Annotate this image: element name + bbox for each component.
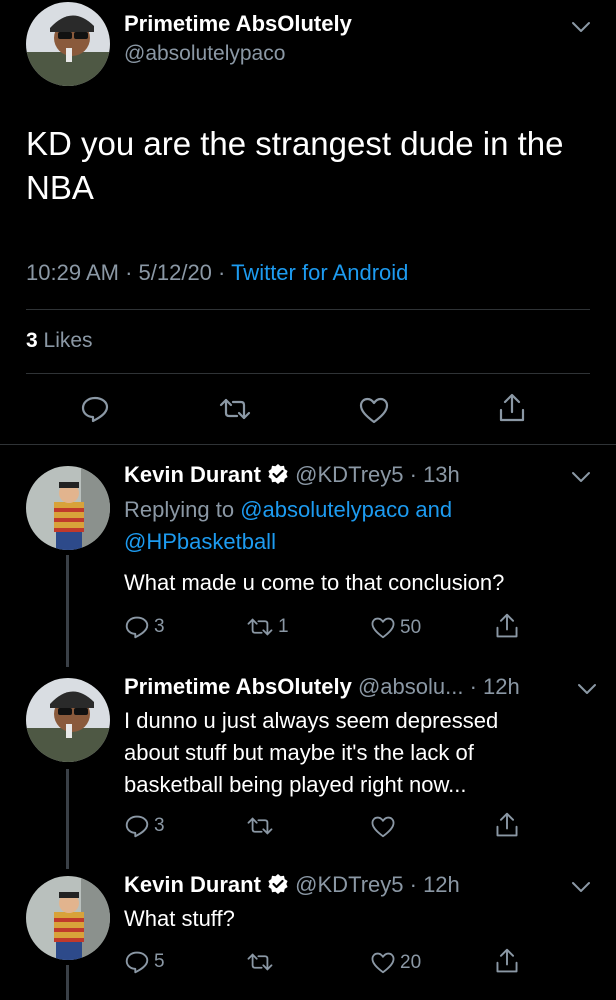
reply-age: · 12h: [469, 674, 520, 699]
reply-age: · 12h: [409, 872, 460, 897]
avatar-kevin-durant[interactable]: [26, 466, 110, 550]
avatar-image: [26, 876, 110, 960]
share-button[interactable]: [497, 392, 527, 424]
share-icon: [496, 812, 518, 837]
reply-icon: [81, 396, 109, 423]
like-button[interactable]: 20: [370, 951, 421, 974]
reply-text-line: I dunno u just always seem depressed: [124, 708, 499, 733]
replying-to: Replying to @absolutelypaco and @HPbaske…: [124, 494, 584, 558]
avatar-kevin-durant[interactable]: [26, 876, 110, 960]
reply-header: Kevin Durant @KDTrey5 · 13h: [124, 462, 460, 488]
chevron-down-icon[interactable]: [577, 682, 597, 696]
author-handle[interactable]: @KDTrey5: [295, 462, 403, 487]
reply-button[interactable]: [80, 395, 110, 423]
thread-line: [66, 769, 69, 869]
verified-badge-icon: [268, 464, 288, 484]
reply-icon: [125, 616, 149, 639]
likes-count: 3: [26, 329, 38, 352]
share-icon: [496, 948, 518, 973]
thread-line: [66, 965, 69, 1000]
chevron-down-icon[interactable]: [571, 470, 591, 484]
avatar-primetime[interactable]: [26, 678, 110, 762]
like-icon: [359, 397, 389, 424]
reply-header: Kevin Durant @KDTrey5 · 12h: [124, 872, 460, 898]
reply-icon: [125, 951, 149, 974]
chevron-down-icon[interactable]: [571, 880, 591, 894]
avatar-primetime[interactable]: [26, 2, 110, 86]
retweet-button[interactable]: 1: [246, 616, 289, 638]
retweet-button[interactable]: [246, 951, 278, 973]
replying-prefix: Replying to: [124, 497, 235, 522]
retweet-count: 1: [278, 616, 289, 637]
meta-separator: ·: [211, 260, 232, 285]
share-button[interactable]: [494, 612, 520, 640]
author-name[interactable]: Primetime AbsOlutely: [124, 674, 352, 699]
reply-header: Primetime AbsOlutely @absolu... · 12h: [124, 674, 520, 700]
like-icon: [371, 952, 395, 974]
avatar-image: [26, 678, 110, 762]
author-name[interactable]: Kevin Durant: [124, 872, 261, 897]
divider: [26, 373, 590, 374]
reply-text: What made u come to that conclusion?: [124, 570, 505, 595]
tweet-text: KD you are the strangest dude in the NBA: [26, 125, 564, 206]
tweet-date: 5/12/20: [138, 260, 212, 285]
author-handle[interactable]: @absolutelypaco: [124, 42, 285, 66]
likes-label: Likes: [43, 329, 93, 352]
author-handle[interactable]: @KDTrey5: [295, 872, 403, 897]
divider: [26, 309, 590, 310]
avatar-image: [26, 2, 110, 86]
like-icon: [371, 816, 395, 838]
likes-stat[interactable]: 3 Likes: [26, 329, 93, 353]
reply-text-line: basketball being played right now...: [124, 772, 467, 797]
verified-badge-icon: [268, 874, 288, 894]
reply-button[interactable]: 3: [124, 615, 165, 639]
share-icon: [496, 613, 518, 638]
author-handle[interactable]: @absolu...: [358, 674, 464, 699]
retweet-icon: [247, 817, 273, 835]
retweet-button[interactable]: [218, 396, 252, 422]
share-button[interactable]: [494, 947, 520, 975]
reply-text-line: about stuff but maybe it's the lack of: [124, 740, 474, 765]
retweet-icon: [247, 953, 273, 971]
reply-text: What stuff?: [124, 906, 235, 931]
retweet-button[interactable]: [246, 815, 278, 837]
author-name[interactable]: Kevin Durant: [124, 462, 261, 487]
retweet-icon: [247, 618, 273, 636]
reply-count: 3: [154, 815, 165, 836]
reply-icon: [125, 815, 149, 838]
like-button[interactable]: [370, 815, 400, 838]
reply-button[interactable]: 5: [124, 950, 165, 974]
reply-button[interactable]: 3: [124, 814, 165, 838]
tweet-time: 10:29 AM: [26, 260, 119, 285]
replying-users-link[interactable]: @absolutelypaco and: [240, 497, 452, 522]
author-name[interactable]: Primetime AbsOlutely: [124, 11, 352, 37]
divider: [0, 444, 616, 445]
reply-count: 5: [154, 951, 165, 972]
reply-text: I dunno u just always seem depressed abo…: [124, 705, 594, 801]
retweet-icon: [219, 398, 251, 420]
share-button[interactable]: [494, 811, 520, 839]
avatar-image: [26, 466, 110, 550]
tweet-meta: 10:29 AM · 5/12/20 · Twitter for Android: [26, 260, 408, 286]
like-count: 50: [400, 616, 422, 638]
share-icon: [499, 393, 525, 422]
tweet-client-link[interactable]: Twitter for Android: [231, 260, 408, 285]
reply-age: · 13h: [409, 462, 460, 487]
thread-line: [66, 555, 69, 667]
like-button[interactable]: 50: [370, 616, 421, 639]
like-icon: [371, 617, 395, 639]
meta-separator: ·: [118, 260, 139, 285]
like-button[interactable]: [358, 396, 390, 424]
chevron-down-icon[interactable]: [571, 20, 591, 34]
reply-count: 3: [154, 616, 165, 637]
like-count: 20: [400, 951, 422, 973]
replying-users-link[interactable]: @HPbasketball: [124, 529, 276, 554]
